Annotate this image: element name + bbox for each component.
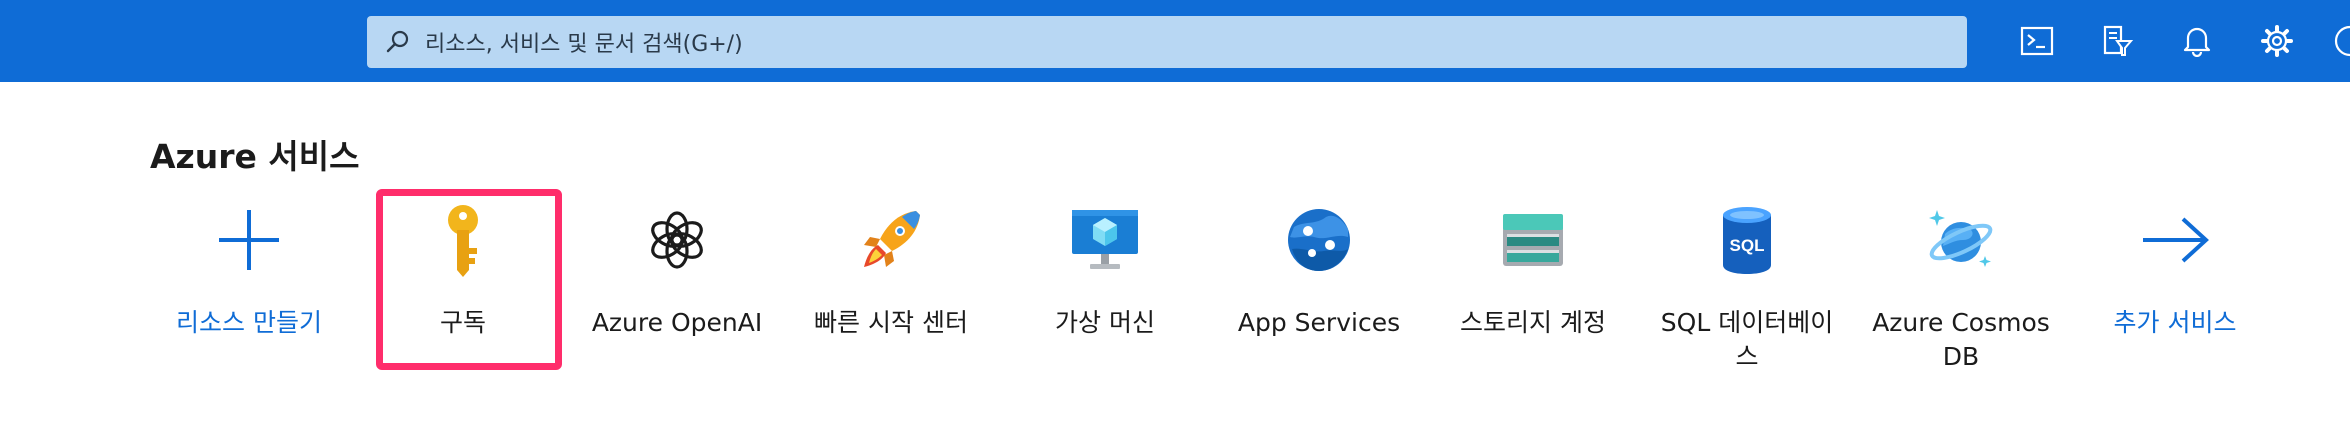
arrow-right-icon <box>2135 200 2215 280</box>
storage-account-icon <box>1493 200 1573 280</box>
quickstart-center-tile[interactable]: 빠른 시작 센터 <box>798 200 984 340</box>
app-services-globe-icon <box>1279 200 1359 280</box>
storage-accounts-tile[interactable]: 스토리지 계정 <box>1440 200 1626 340</box>
top-bar: 리소스, 서비스 및 문서 검색(G+/) <box>0 0 2350 82</box>
more-services-tile[interactable]: 추가 서비스 <box>2082 200 2268 340</box>
help-icon[interactable] <box>2330 16 2350 66</box>
search-icon <box>381 25 415 59</box>
azure-openai-label: Azure OpenAI <box>591 308 763 337</box>
search-placeholder: 리소스, 서비스 및 문서 검색(G+/) <box>425 32 743 57</box>
notifications-bell-icon[interactable] <box>2172 16 2222 66</box>
azure-services-heading: Azure 서비스 <box>150 137 360 176</box>
cosmos-db-icon <box>1921 200 2001 280</box>
quickstart-center-label: 빠른 시작 센터 <box>814 308 968 337</box>
key-icon <box>423 200 503 280</box>
storage-accounts-label: 스토리지 계정 <box>1460 308 1606 337</box>
plus-icon <box>209 200 289 280</box>
azure-openai-tile[interactable]: Azure OpenAI <box>584 200 770 340</box>
global-search-box[interactable]: 리소스, 서비스 및 문서 검색(G+/) <box>367 16 1967 68</box>
svg-text:SQL: SQL <box>1730 236 1765 255</box>
virtual-machines-label: 가상 머신 <box>1055 308 1155 337</box>
create-resource-label[interactable]: 리소스 만들기 <box>156 306 342 340</box>
settings-gear-icon[interactable] <box>2252 16 2302 66</box>
virtual-machines-tile[interactable]: 가상 머신 <box>1012 200 1198 340</box>
cosmos-db-tile[interactable]: Azure Cosmos DB <box>1868 200 2054 374</box>
more-services-label[interactable]: 추가 서비스 <box>2082 306 2268 340</box>
directory-filter-icon[interactable] <box>2092 16 2142 66</box>
cosmos-db-label: Azure Cosmos DB <box>1872 308 2050 371</box>
openai-icon <box>637 200 717 280</box>
app-services-tile[interactable]: App Services <box>1226 200 1412 340</box>
sql-databases-label: SQL 데이터베이스 <box>1660 308 1834 371</box>
virtual-machine-icon <box>1065 200 1145 280</box>
sql-databases-tile[interactable]: SQL SQL 데이터베이스 <box>1654 200 1840 374</box>
app-services-label: App Services <box>1237 308 1401 337</box>
subscriptions-tile[interactable]: 구독 <box>370 200 556 340</box>
create-resource-tile[interactable]: 리소스 만들기 <box>156 200 342 340</box>
rocket-icon <box>851 200 931 280</box>
cloud-shell-icon[interactable] <box>2012 16 2062 66</box>
sql-database-icon: SQL <box>1707 200 1787 280</box>
subscriptions-label: 구독 <box>439 308 486 337</box>
